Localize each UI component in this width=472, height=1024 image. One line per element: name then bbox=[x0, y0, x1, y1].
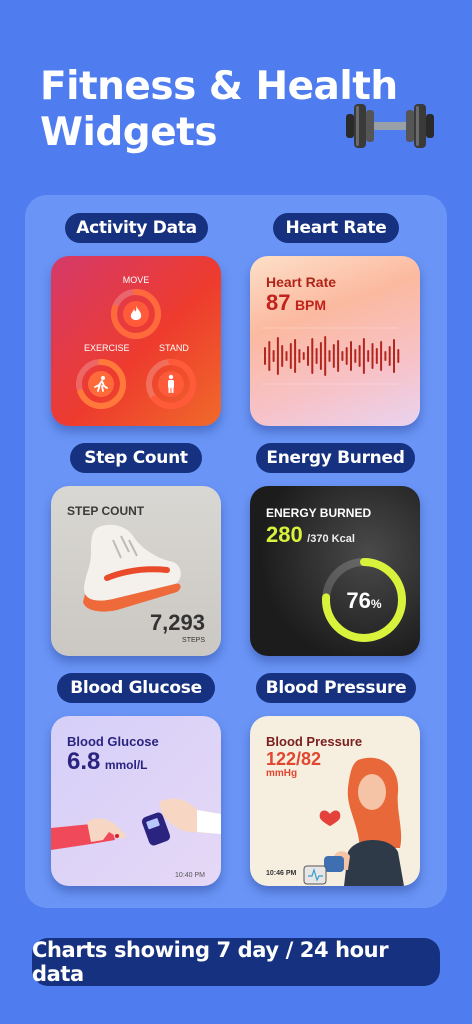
step-count-label: Step Count bbox=[70, 443, 202, 473]
stand-label: STAND bbox=[159, 343, 189, 353]
heart-rate-bar bbox=[371, 343, 374, 369]
heart-rate-bar bbox=[397, 349, 400, 363]
sneaker-icon bbox=[83, 524, 181, 612]
step-count-unit: STEPS bbox=[182, 637, 205, 644]
heart-rate-bar bbox=[264, 347, 266, 365]
heart-rate-bar bbox=[362, 338, 365, 374]
blood-glucose-widget[interactable]: Blood Glucose 6.8 mmol/L 10:40 PM bbox=[51, 716, 221, 886]
move-label: MOVE bbox=[122, 275, 150, 285]
heart-rate-bar bbox=[281, 345, 284, 367]
dumbbell-icon bbox=[346, 104, 434, 148]
heart-rate-bar bbox=[311, 338, 314, 374]
glucose-time: 10:40 PM bbox=[175, 872, 205, 879]
heart-rate-bar bbox=[393, 339, 395, 373]
energy-burned-widget[interactable]: ENERGY BURNED 280 /370 Kcal 76% bbox=[250, 486, 420, 656]
heart-rate-bar bbox=[345, 347, 348, 365]
energy-percent: 76% bbox=[326, 588, 402, 614]
heart-rate-bar bbox=[380, 341, 383, 371]
activity-widget[interactable]: MOVE EXERCISE STAND bbox=[51, 256, 221, 426]
heart-rate-bar bbox=[294, 339, 297, 373]
heart-rate-bar bbox=[285, 351, 288, 361]
heart-rate-bar bbox=[332, 344, 335, 368]
heart-rate-bar bbox=[367, 350, 370, 362]
energy-progress-ring bbox=[322, 558, 406, 642]
exercise-label: EXERCISE bbox=[84, 343, 130, 353]
heart-rate-bar bbox=[350, 341, 352, 371]
heart-rate-bars bbox=[262, 327, 400, 385]
glucose-value: 6.8 bbox=[67, 748, 101, 775]
pressure-unit: mmHg bbox=[266, 768, 298, 779]
step-count-value: 7,293 bbox=[149, 610, 205, 635]
flame-icon bbox=[130, 306, 142, 320]
blood-glucose-label: Blood Glucose bbox=[57, 673, 215, 703]
glucose-reading: 6.8 mmol/L bbox=[67, 748, 148, 776]
heart-rate-bar bbox=[337, 340, 340, 372]
blood-pressure-label: Blood Pressure bbox=[256, 673, 416, 703]
pressure-title: Blood Pressure bbox=[266, 734, 363, 749]
energy-percent-value: 76 bbox=[346, 588, 371, 613]
charts-info-banner: Charts showing 7 day / 24 hour data bbox=[32, 938, 440, 986]
standing-icon bbox=[168, 374, 174, 393]
woman-illustration bbox=[303, 757, 404, 886]
activity-data-label: Activity Data bbox=[65, 213, 208, 243]
heart-rate-bar bbox=[354, 349, 357, 363]
heart-rate-bar bbox=[384, 351, 387, 361]
heart-rate-bar bbox=[272, 350, 275, 362]
heart-rate-bar bbox=[307, 346, 309, 366]
heart-rate-bar bbox=[324, 336, 327, 376]
glucose-title: Blood Glucose bbox=[67, 734, 159, 749]
heart-rate-widget[interactable]: Heart Rate 87 BPM bbox=[250, 256, 420, 426]
step-count-title: STEP COUNT bbox=[67, 504, 145, 518]
energy-burned-label: Energy Burned bbox=[256, 443, 415, 473]
heart-rate-bar bbox=[328, 350, 331, 362]
heart-rate-bar bbox=[276, 337, 279, 375]
energy-percent-sign: % bbox=[370, 597, 382, 611]
glucose-unit: mmol/L bbox=[104, 758, 148, 772]
heart-rate-bar bbox=[268, 341, 271, 371]
pressure-time: 10:46 PM bbox=[266, 870, 297, 877]
heart-rate-bar bbox=[388, 346, 391, 366]
heart-rate-bar bbox=[319, 342, 322, 370]
heart-rate-bar bbox=[358, 345, 361, 367]
blood-pressure-widget[interactable]: Blood Pressure 122/82 mmHg 10:46 PM bbox=[250, 716, 420, 886]
running-icon bbox=[94, 376, 108, 392]
heart-rate-bar bbox=[298, 349, 301, 363]
glucose-meter-illustration bbox=[51, 798, 221, 850]
step-count-widget[interactable]: STEP COUNT 7,293 STEPS bbox=[51, 486, 221, 656]
heart-rate-bar bbox=[315, 348, 318, 364]
heart-rate-bar bbox=[341, 351, 344, 361]
heart-rate-bar bbox=[289, 343, 292, 369]
heart-rate-bar bbox=[375, 348, 378, 364]
heart-rate-bar bbox=[302, 352, 305, 360]
heart-rate-label: Heart Rate bbox=[273, 213, 399, 243]
